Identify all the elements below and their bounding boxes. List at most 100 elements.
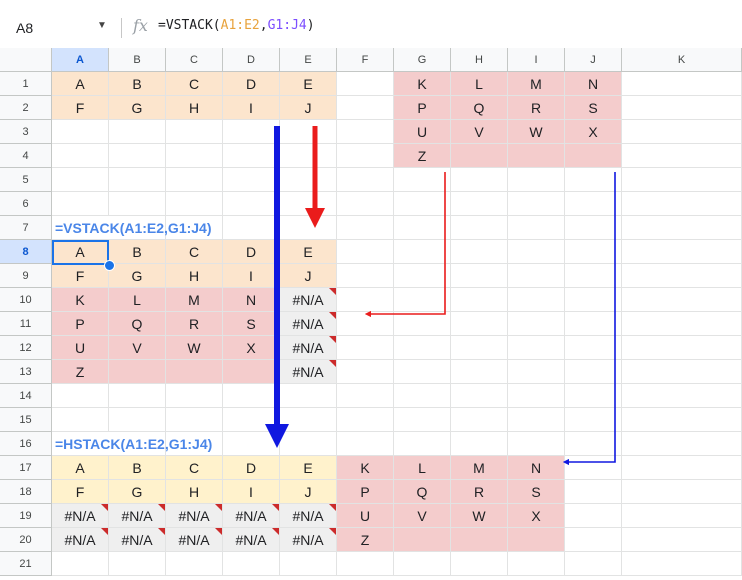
row-header-19[interactable]: 19 [0,504,52,528]
cell-g18[interactable]: Q [394,480,451,504]
cell-g16[interactable] [394,432,451,456]
cell-k8[interactable] [622,240,742,264]
cell-c6[interactable] [166,192,223,216]
cell-a20[interactable]: #N/A [52,528,109,552]
cell-h12[interactable] [451,336,508,360]
cell-e7[interactable] [280,216,337,240]
cell-b9[interactable]: G [109,264,166,288]
cell-i20[interactable] [508,528,565,552]
cell-d10[interactable]: N [223,288,280,312]
cell-k5[interactable] [622,168,742,192]
cell-g1[interactable]: K [394,72,451,96]
cell-h21[interactable] [451,552,508,576]
row-header-4[interactable]: 4 [0,144,52,168]
cell-b13[interactable] [109,360,166,384]
column-header-a[interactable]: A [52,48,109,72]
cell-e6[interactable] [280,192,337,216]
cell-h14[interactable] [451,384,508,408]
cell-b14[interactable] [109,384,166,408]
cell-g12[interactable] [394,336,451,360]
row-header-11[interactable]: 11 [0,312,52,336]
cell-f7[interactable] [337,216,394,240]
cell-d7[interactable] [223,216,280,240]
cell-a10[interactable]: K [52,288,109,312]
cell-h1[interactable]: L [451,72,508,96]
cell-a13[interactable]: Z [52,360,109,384]
cell-i4[interactable] [508,144,565,168]
cell-a7[interactable]: =VSTACK(A1:E2,G1:J4) [52,216,212,240]
cell-e4[interactable] [280,144,337,168]
cell-k15[interactable] [622,408,742,432]
cell-b1[interactable]: B [109,72,166,96]
cell-b19[interactable]: #N/A [109,504,166,528]
cell-g21[interactable] [394,552,451,576]
cell-d13[interactable] [223,360,280,384]
cell-b10[interactable]: L [109,288,166,312]
column-header-d[interactable]: D [223,48,280,72]
cell-k16[interactable] [622,432,742,456]
row-header-8[interactable]: 8 [0,240,52,264]
cell-j18[interactable] [565,480,622,504]
cell-j3[interactable]: X [565,120,622,144]
cell-k2[interactable] [622,96,742,120]
cell-j7[interactable] [565,216,622,240]
cell-e8[interactable]: E [280,240,337,264]
cell-g6[interactable] [394,192,451,216]
cell-h5[interactable] [451,168,508,192]
cell-i3[interactable]: W [508,120,565,144]
cell-k20[interactable] [622,528,742,552]
cell-j4[interactable] [565,144,622,168]
cell-d14[interactable] [223,384,280,408]
cell-h3[interactable]: V [451,120,508,144]
cell-d8[interactable]: D [223,240,280,264]
cell-h2[interactable]: Q [451,96,508,120]
cell-d21[interactable] [223,552,280,576]
cell-h17[interactable]: M [451,456,508,480]
cell-d19[interactable]: #N/A [223,504,280,528]
cell-j17[interactable] [565,456,622,480]
cell-i1[interactable]: M [508,72,565,96]
cell-b8[interactable]: B [109,240,166,264]
cell-i21[interactable] [508,552,565,576]
cell-c21[interactable] [166,552,223,576]
row-header-5[interactable]: 5 [0,168,52,192]
cell-e15[interactable] [280,408,337,432]
cell-a15[interactable] [52,408,109,432]
cell-a11[interactable]: P [52,312,109,336]
cell-c3[interactable] [166,120,223,144]
cell-i10[interactable] [508,288,565,312]
column-header-e[interactable]: E [280,48,337,72]
cell-i9[interactable] [508,264,565,288]
row-header-21[interactable]: 21 [0,552,52,576]
cell-h9[interactable] [451,264,508,288]
cell-k11[interactable] [622,312,742,336]
cell-k21[interactable] [622,552,742,576]
cell-j14[interactable] [565,384,622,408]
cell-a3[interactable] [52,120,109,144]
cell-k17[interactable] [622,456,742,480]
cell-k4[interactable] [622,144,742,168]
cell-j12[interactable] [565,336,622,360]
cell-h13[interactable] [451,360,508,384]
cell-i5[interactable] [508,168,565,192]
cell-e17[interactable]: E [280,456,337,480]
cell-e20[interactable]: #N/A [280,528,337,552]
cell-h4[interactable] [451,144,508,168]
row-header-13[interactable]: 13 [0,360,52,384]
cell-g7[interactable] [394,216,451,240]
select-all-corner[interactable] [0,48,52,72]
cell-c2[interactable]: H [166,96,223,120]
row-header-17[interactable]: 17 [0,456,52,480]
cell-i17[interactable]: N [508,456,565,480]
cell-a1[interactable]: A [52,72,109,96]
cell-a14[interactable] [52,384,109,408]
cell-e9[interactable]: J [280,264,337,288]
cell-a2[interactable]: F [52,96,109,120]
cell-g5[interactable] [394,168,451,192]
cell-a4[interactable] [52,144,109,168]
cell-f14[interactable] [337,384,394,408]
cell-c5[interactable] [166,168,223,192]
cell-c10[interactable]: M [166,288,223,312]
cell-j13[interactable] [565,360,622,384]
cell-c13[interactable] [166,360,223,384]
